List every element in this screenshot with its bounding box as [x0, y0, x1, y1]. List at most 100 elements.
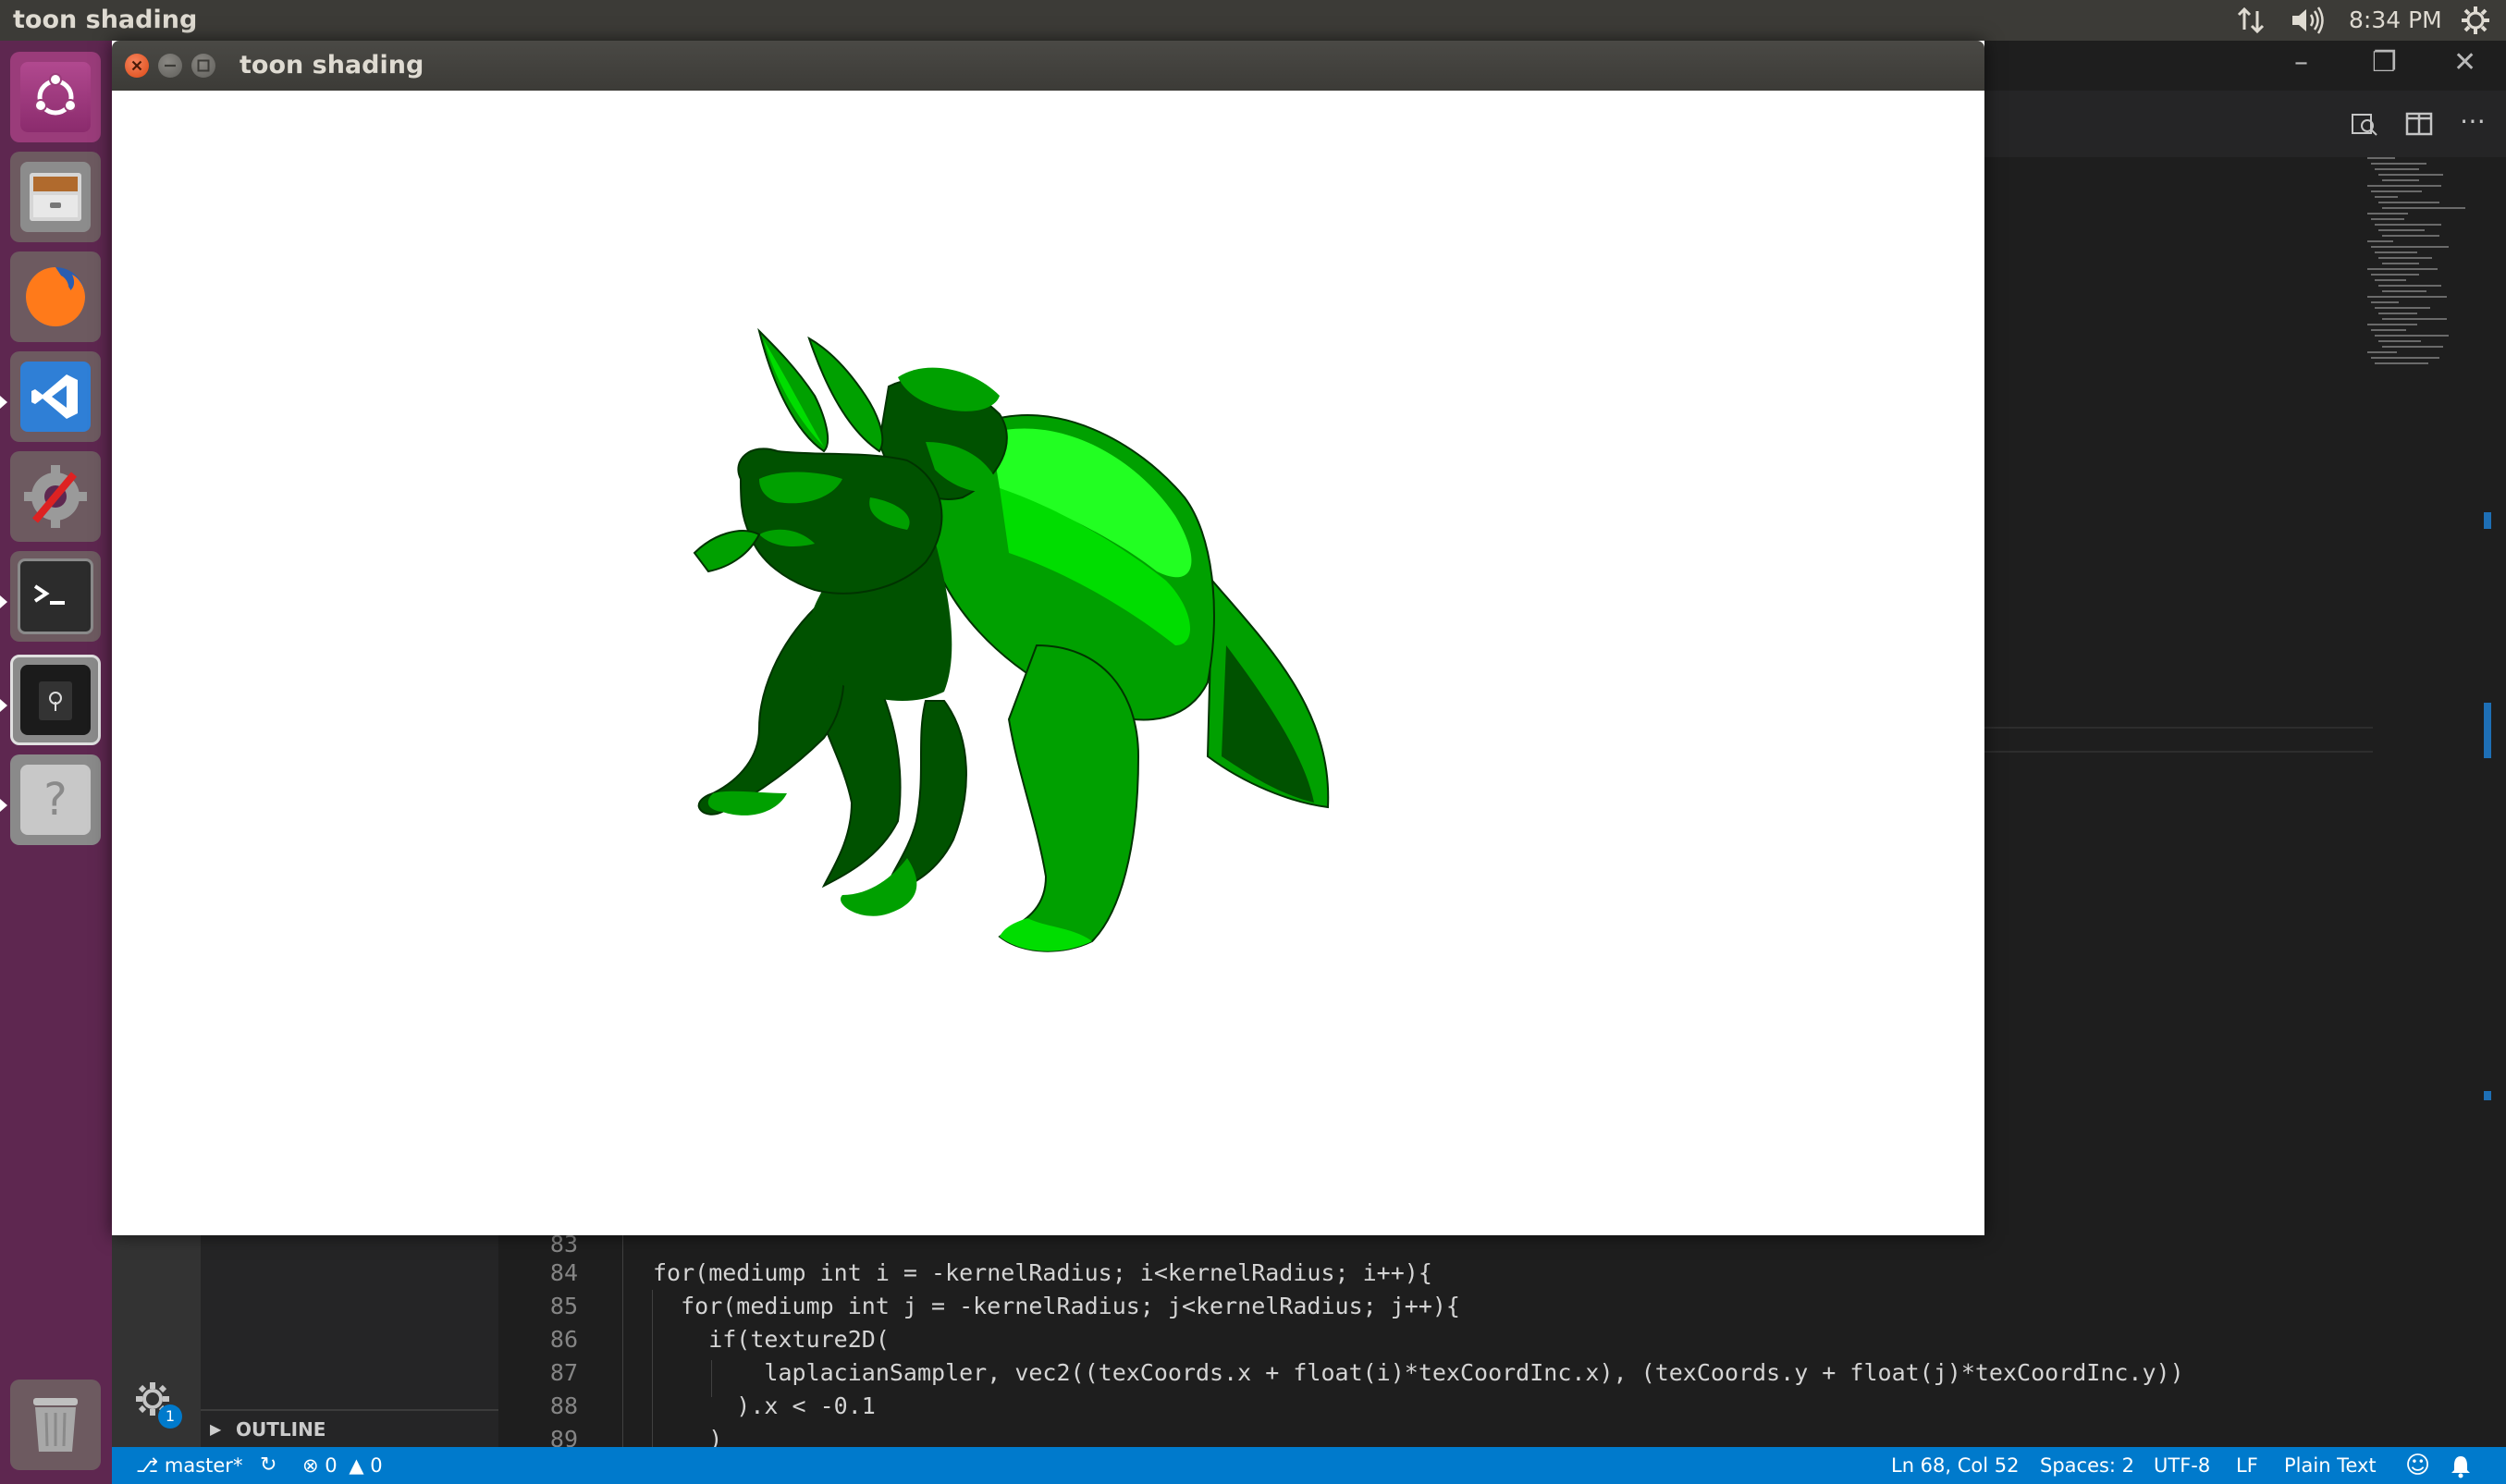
settings-badge: 1 — [158, 1404, 182, 1429]
outline-label: OUTLINE — [236, 1418, 326, 1441]
eol-setting[interactable]: LF — [2236, 1447, 2258, 1484]
minimize-icon[interactable]: – — [2294, 46, 2308, 79]
code-line: for(mediump int j = -kernelRadius; j<ker… — [653, 1293, 1460, 1319]
render-canvas[interactable] — [112, 91, 1984, 1235]
feedback-smiley-icon[interactable]: ☺ — [2405, 1447, 2430, 1484]
cursor-position[interactable]: Ln 68, Col 52 — [1891, 1447, 2020, 1484]
problems-item[interactable]: ⊗ 0 ▲ 0 — [302, 1447, 383, 1484]
terminal-running-indicator — [0, 595, 7, 608]
top-panel-app-title: toon shading — [13, 6, 198, 34]
error-count: 0 — [325, 1454, 338, 1477]
terminal-launcher-button[interactable] — [10, 551, 101, 642]
sync-icon[interactable]: ↻ — [260, 1447, 276, 1484]
minimap-line — [2375, 168, 2419, 170]
code-line: for(mediump int i = -kernelRadius; i<ker… — [653, 1259, 1432, 1286]
files-launcher-button[interactable] — [10, 152, 101, 242]
restore-icon[interactable]: ❐ — [2372, 46, 2397, 79]
minimap-line — [2371, 163, 2426, 165]
minimap-line — [2382, 346, 2443, 348]
terminal-icon — [18, 558, 93, 634]
file-cabinet-icon — [20, 162, 91, 232]
git-branch-item[interactable]: ⎇ master* — [136, 1447, 242, 1484]
minimap-line — [2375, 307, 2430, 309]
minimap-line — [2378, 340, 2421, 342]
toon-app-running-indicator — [0, 699, 7, 712]
close-window-button[interactable] — [125, 54, 149, 78]
vscode-launcher-button[interactable] — [10, 351, 101, 442]
line-number: 88 — [549, 1392, 578, 1419]
open-preview-icon[interactable] — [2349, 109, 2378, 142]
language-mode[interactable]: Plain Text — [2284, 1447, 2377, 1484]
toon-shading-launcher-button[interactable] — [10, 655, 101, 745]
activity-bar: 1 — [112, 1234, 201, 1447]
help-running-indicator — [0, 799, 7, 812]
unknown-app-launcher-button[interactable]: ? — [10, 754, 101, 845]
line-number: 85 — [549, 1293, 578, 1319]
indentation-setting[interactable]: Spaces: 2 — [2040, 1447, 2134, 1484]
chevron-right-icon: ▶ — [210, 1420, 222, 1438]
warning-icon: ▲ — [349, 1454, 364, 1477]
vscode-running-indicator — [0, 396, 7, 409]
close-icon[interactable]: ✕ — [2453, 46, 2476, 79]
git-branch-icon: ⎇ — [136, 1454, 159, 1477]
system-settings-launcher-button[interactable] — [10, 451, 101, 542]
network-icon[interactable] — [2236, 6, 2267, 35]
code-line: ) — [653, 1426, 723, 1447]
code-line: ).x < -0.1 — [653, 1392, 876, 1419]
line-number: 89 — [549, 1426, 578, 1447]
minimap-line — [2371, 357, 2439, 359]
minimap-line — [2367, 296, 2447, 298]
minimap-line — [2371, 329, 2406, 331]
toon-shading-window: toon shading — [112, 41, 1984, 1235]
line-number: 87 — [549, 1359, 578, 1386]
more-actions-icon[interactable]: ⋯ — [2460, 105, 2486, 136]
question-mark-icon: ? — [20, 765, 91, 835]
application-icon — [20, 665, 91, 735]
ubuntu-logo-icon — [20, 62, 91, 132]
minimap-line — [2382, 318, 2447, 320]
minimap-line — [2375, 362, 2428, 364]
minimap[interactable] — [2367, 157, 2469, 370]
minimap-line — [2378, 313, 2417, 314]
scroll-marker — [2484, 703, 2491, 758]
editor-separator-line — [1984, 751, 2373, 753]
indent-guide — [622, 1234, 623, 1447]
minimap-line — [2382, 290, 2426, 292]
editor-separator-line — [1984, 727, 2373, 729]
volume-icon[interactable] — [2290, 6, 2327, 35]
editor-toolbar: ⋯ — [1979, 91, 2506, 157]
minimap-line — [2378, 229, 2425, 231]
minimap-line — [2371, 190, 2422, 192]
minimap-line — [2382, 235, 2439, 237]
settings-icon[interactable] — [2460, 6, 2491, 35]
minimap-line — [2367, 351, 2397, 353]
minimap-line — [2382, 263, 2419, 264]
minimap-line — [2375, 196, 2398, 198]
firefox-icon — [20, 262, 91, 332]
trash-launcher-button[interactable] — [10, 1380, 101, 1470]
firefox-launcher-button[interactable] — [10, 251, 101, 342]
notifications-bell-icon[interactable] — [2450, 1447, 2472, 1484]
settings-wrench-icon — [20, 461, 91, 532]
scroll-marker — [2484, 512, 2491, 529]
clock[interactable]: 8:34 PM — [2349, 4, 2442, 37]
minimap-line — [2378, 285, 2441, 287]
split-editor-icon[interactable] — [2404, 109, 2434, 142]
window-titlebar[interactable]: toon shading — [112, 41, 1984, 91]
minimize-window-button[interactable] — [158, 54, 182, 78]
launcher: ? — [0, 41, 112, 1484]
minimap-line — [2378, 257, 2432, 259]
error-icon: ⊗ — [302, 1454, 319, 1477]
maximize-window-button[interactable] — [191, 54, 215, 78]
minimap-line — [2371, 274, 2419, 276]
minimap-line — [2371, 301, 2399, 303]
minimap-line — [2375, 279, 2406, 281]
outline-section-header[interactable]: ▶ OUTLINE — [201, 1409, 498, 1448]
code-line: if(texture2D( — [653, 1326, 890, 1353]
code-line: laplacianSampler, vec2((texCoords.x + fl… — [653, 1359, 2184, 1386]
minimap-line — [2382, 179, 2419, 181]
minimap-line — [2367, 185, 2441, 187]
ubuntu-dash-button[interactable] — [10, 52, 101, 142]
encoding-setting[interactable]: UTF-8 — [2154, 1447, 2210, 1484]
code-editor[interactable]: 83 84 85 86 87 88 89 for(mediump int i =… — [498, 1234, 2506, 1447]
